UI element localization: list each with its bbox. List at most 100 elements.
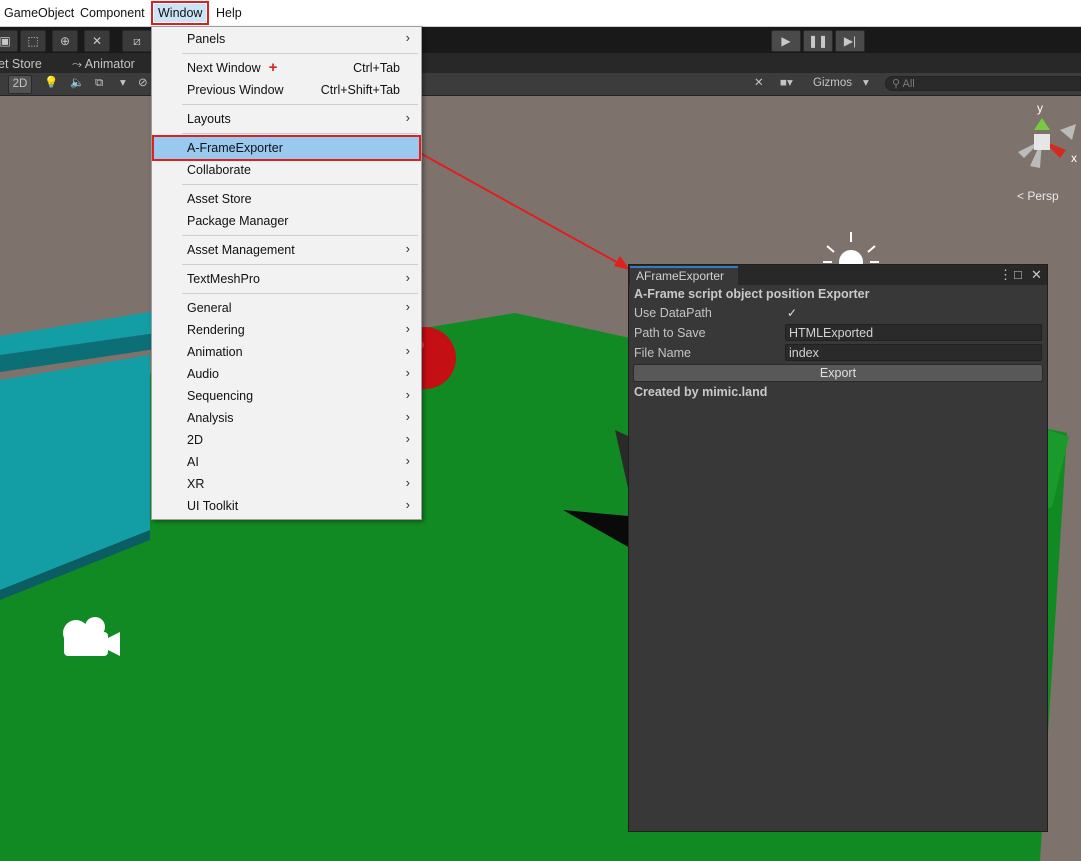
path-to-save-label: Path to Save bbox=[634, 326, 706, 340]
chevron-right-icon: › bbox=[405, 387, 410, 402]
tab-animator[interactable]: ⤳ Animator bbox=[72, 56, 135, 72]
more-options-icon[interactable]: ⋮ bbox=[999, 266, 1012, 284]
menu-item-label: TextMeshPro bbox=[187, 272, 260, 286]
lighting-icon[interactable]: 💡 bbox=[44, 75, 58, 92]
step-button[interactable]: ▶| bbox=[835, 30, 865, 52]
menu-item-panels[interactable]: Panels › bbox=[153, 28, 420, 50]
play-button[interactable]: ▶ bbox=[771, 30, 801, 52]
persp-label[interactable]: < Persp bbox=[1017, 189, 1059, 203]
gizmos-dropdown-icon[interactable]: ▾ bbox=[863, 75, 869, 92]
menu-item-layouts[interactable]: Layouts › bbox=[153, 108, 420, 130]
menu-item-textmeshpro[interactable]: TextMeshPro › bbox=[153, 268, 420, 290]
rect-tool-button[interactable]: ⬚ bbox=[20, 30, 46, 52]
view-tool-button[interactable]: ▣ bbox=[0, 30, 18, 52]
menu-item-asset-management[interactable]: Asset Management › bbox=[153, 239, 420, 261]
panel-heading: A-Frame script object position Exporter bbox=[634, 287, 870, 301]
menu-item-xr[interactable]: XR › bbox=[153, 473, 420, 495]
rotate-tool-button[interactable]: ⊕ bbox=[52, 30, 78, 52]
menu-item-collaborate[interactable]: Collaborate bbox=[153, 159, 420, 181]
menu-item-label: Rendering bbox=[187, 323, 245, 337]
menu-window[interactable]: Window bbox=[150, 1, 210, 25]
menu-item-label: Next Window + bbox=[187, 60, 277, 76]
use-datapath-label: Use DataPath bbox=[634, 306, 712, 320]
menu-item-audio[interactable]: Audio › bbox=[153, 363, 420, 385]
chevron-right-icon: › bbox=[405, 241, 410, 256]
menu-item-label: Collaborate bbox=[187, 163, 251, 177]
tools-icon[interactable]: ✕ bbox=[754, 75, 764, 92]
export-button[interactable]: Export bbox=[633, 364, 1043, 382]
menu-divider bbox=[182, 293, 418, 294]
search-placeholder: All bbox=[902, 78, 915, 90]
axis-y-label: y bbox=[1037, 101, 1043, 115]
use-datapath-checkbox[interactable]: ✓ bbox=[785, 306, 799, 320]
scene-search-input[interactable]: ⚲ All bbox=[885, 76, 1081, 91]
menu-item-ui-toolkit[interactable]: UI Toolkit › bbox=[153, 495, 420, 517]
shortcut-label: Ctrl+Tab bbox=[353, 61, 400, 75]
file-name-input[interactable]: index bbox=[785, 344, 1042, 361]
animator-icon: ⤳ bbox=[72, 57, 85, 71]
menu-item-label: Audio bbox=[187, 367, 219, 381]
menu-item-rendering[interactable]: Rendering › bbox=[153, 319, 420, 341]
menu-item-general[interactable]: General › bbox=[153, 297, 420, 319]
menu-help[interactable]: Help bbox=[212, 4, 246, 22]
chevron-right-icon: › bbox=[405, 299, 410, 314]
menu-item-label: A-FrameExporter bbox=[187, 141, 283, 155]
shortcut-label: Ctrl+Shift+Tab bbox=[320, 83, 400, 97]
tab-asset-store[interactable]: et Store bbox=[0, 56, 42, 72]
audio-icon[interactable]: 🔈 bbox=[70, 75, 84, 92]
menu-item-previous-window[interactable]: Previous Window Ctrl+Shift+Tab bbox=[153, 79, 420, 101]
2d-toggle[interactable]: 2D bbox=[8, 75, 32, 94]
menu-divider bbox=[182, 133, 418, 134]
menu-item-package-manager[interactable]: Package Manager bbox=[153, 210, 420, 232]
chevron-right-icon: › bbox=[405, 365, 410, 380]
chevron-right-icon: › bbox=[405, 409, 410, 424]
effects-icon[interactable]: ⧉ bbox=[95, 75, 103, 92]
gizmos-button[interactable]: Gizmos bbox=[813, 75, 852, 92]
menu-item-animation[interactable]: Animation › bbox=[153, 341, 420, 363]
menu-item-label: Layouts bbox=[187, 112, 231, 126]
menu-item-asset-store[interactable]: Asset Store bbox=[153, 188, 420, 210]
maximize-icon[interactable]: □ bbox=[1014, 266, 1022, 284]
annotation-plus-icon: + bbox=[268, 59, 278, 76]
menu-divider bbox=[182, 53, 418, 54]
window-tab[interactable]: AFrameExporter bbox=[630, 266, 738, 285]
pause-button[interactable]: ❚❚ bbox=[803, 30, 833, 52]
visibility-icon[interactable]: ⊘ bbox=[138, 75, 148, 92]
menu-item-label: Asset Store bbox=[187, 192, 252, 206]
menu-item-label: XR bbox=[187, 477, 205, 491]
pivot-toggle-button[interactable]: ⧄ bbox=[122, 30, 152, 52]
next-window-label: Next Window bbox=[187, 61, 261, 75]
chevron-right-icon: › bbox=[405, 431, 410, 446]
window-titlebar: AFrameExporter ⋮ □ ✕ bbox=[629, 265, 1047, 285]
chevron-right-icon: › bbox=[405, 321, 410, 336]
menu-item-aframe-exporter[interactable]: A-FrameExporter bbox=[152, 135, 421, 161]
menu-item-sequencing[interactable]: Sequencing › bbox=[153, 385, 420, 407]
menu-item-analysis[interactable]: Analysis › bbox=[153, 407, 420, 429]
aframe-exporter-window: AFrameExporter ⋮ □ ✕ A-Frame script obje… bbox=[628, 264, 1048, 832]
tab-animator-label: Animator bbox=[84, 57, 135, 71]
menu-divider bbox=[182, 104, 418, 105]
menu-gameobject[interactable]: GameObject bbox=[0, 4, 78, 22]
menu-divider bbox=[182, 235, 418, 236]
menubar: GameObject Component Window Help bbox=[0, 0, 1081, 27]
menu-item-label: General bbox=[187, 301, 232, 315]
menu-item-label: UI Toolkit bbox=[187, 499, 239, 513]
transform-tool-button[interactable]: ✕ bbox=[84, 30, 110, 52]
search-icon: ⚲ bbox=[892, 78, 903, 90]
effects-dropdown-icon[interactable]: ▾ bbox=[120, 75, 126, 92]
chevron-right-icon: › bbox=[405, 497, 410, 512]
menu-item-label: Previous Window bbox=[187, 83, 284, 97]
menu-divider bbox=[182, 184, 418, 185]
menu-item-2d[interactable]: 2D › bbox=[153, 429, 420, 451]
close-icon[interactable]: ✕ bbox=[1031, 266, 1042, 284]
window-menu-dropdown: Panels › Next Window + Ctrl+Tab Previous … bbox=[151, 26, 422, 520]
menu-divider bbox=[182, 264, 418, 265]
menu-item-next-window[interactable]: Next Window + Ctrl+Tab bbox=[153, 57, 420, 79]
menu-item-label: 2D bbox=[187, 433, 203, 447]
menu-item-ai[interactable]: AI › bbox=[153, 451, 420, 473]
chevron-right-icon: › bbox=[405, 110, 410, 125]
menu-component[interactable]: Component bbox=[76, 4, 149, 22]
file-name-label: File Name bbox=[634, 346, 691, 360]
path-to-save-input[interactable]: HTMLExported bbox=[785, 324, 1042, 341]
camera-settings-icon[interactable]: ■▾ bbox=[780, 75, 793, 92]
